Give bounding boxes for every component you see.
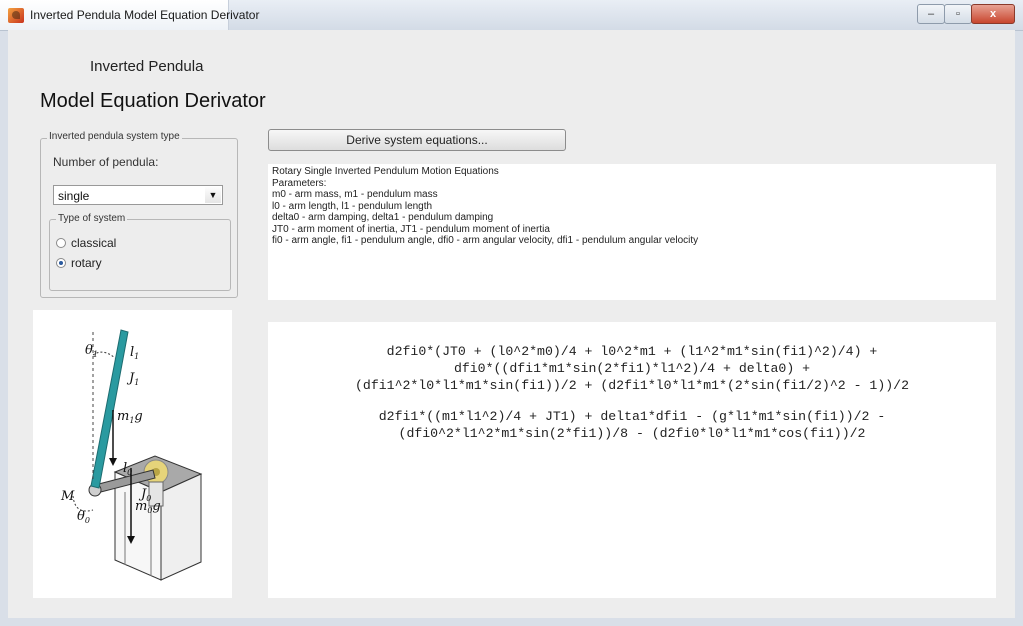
description-line: JT0 - arm moment of inertia, JT1 - pendu… [272, 223, 550, 235]
type-of-system-legend: Type of system [56, 213, 128, 224]
description-line: m0 - arm mass, m1 - pendulum mass [272, 189, 438, 200]
window-title: Inverted Pendula Model Equation Derivato… [30, 8, 260, 22]
description-line: fi0 - arm angle, fi1 - pendulum angle, d… [272, 235, 699, 246]
M-label: M [60, 489, 75, 504]
equation-line: (dfi0^2*l1^2*m1*sin(2*fi1))/8 - (d2fi0*l… [398, 426, 866, 441]
l1-label: l1 [130, 345, 139, 361]
number-of-pendula-select[interactable]: single ▼ [53, 185, 223, 205]
description-line: delta0 - arm damping, delta1 - pendulum … [272, 212, 494, 223]
matlab-app-icon [8, 8, 24, 23]
description-text: Rotary Single Inverted Pendulum Motion E… [268, 164, 996, 300]
maximize-button[interactable]: ▫ [944, 4, 972, 24]
arrow-head [109, 458, 117, 466]
radio-classical[interactable]: classical [56, 236, 116, 250]
equation-line: dfi0*((dfi1*m1*sin(2*fi1)*l1^2)/4 + delt… [453, 361, 811, 376]
description-line: Parameters: [272, 177, 327, 189]
system-type-group: Inverted pendula system type Number of p… [40, 131, 238, 298]
minimize-icon: – [927, 8, 935, 20]
pendulum-diagram-panel: θ1 l1 J1 m1g l0 J0 M θ0 m0g [33, 310, 232, 598]
J1-label: J1 [126, 371, 139, 387]
window-controls: – ▫ x [917, 4, 1015, 24]
app-window: Inverted Pendula Model Equation Derivato… [0, 0, 1023, 626]
equation-line: d2fi0*(JT0 + (l0^2*m0)/4 + l0^2*m1 + (l1… [386, 344, 878, 359]
number-of-pendula-label: Number of pendula: [53, 155, 159, 169]
l0-label: l0 [123, 461, 132, 477]
close-button[interactable]: x [971, 4, 1015, 24]
description-line: Rotary Single Inverted Pendulum Motion E… [272, 166, 499, 177]
maximize-icon: ▫ [956, 8, 960, 20]
system-type-legend: Inverted pendula system type [47, 131, 182, 142]
m1g-label: m1g [117, 409, 143, 425]
box-side [160, 473, 202, 581]
radio-classical-label: classical [71, 236, 117, 250]
equations-panel: d2fi0*(JT0 + (l0^2*m0)/4 + l0^2*m1 + (l1… [268, 322, 996, 598]
type-of-system-group: Type of system classical rotary [49, 213, 231, 291]
dropdown-arrow-icon[interactable]: ▼ [205, 187, 221, 203]
close-icon: x [989, 8, 997, 20]
radio-rotary-label: rotary [71, 256, 102, 270]
equation-line: (dfi1^2*l0*l1*m1*sin(fi1))/2 + (d2fi1*l0… [355, 378, 909, 393]
minimize-button[interactable]: – [917, 4, 945, 24]
equation-line: d2fi1*((m1*l1^2)/4 + JT1) + delta1*dfi1 … [378, 409, 886, 424]
theta1-label: θ1 [85, 343, 98, 359]
radio-rotary-dot[interactable] [56, 258, 66, 268]
page-title: Model Equation Derivator [40, 90, 266, 112]
header-subtitle: Inverted Pendula [90, 58, 204, 75]
rotary-pendulum-diagram: θ1 l1 J1 m1g l0 J0 M θ0 m0g [60, 329, 203, 581]
client-area: Inverted Pendula Model Equation Derivato… [8, 30, 1015, 618]
radio-rotary[interactable]: rotary [56, 256, 102, 270]
radio-classical-dot[interactable] [56, 238, 66, 248]
select-value: single [58, 189, 90, 203]
description-line: l0 - arm length, l1 - pendulum length [272, 200, 433, 212]
title-bar[interactable]: Inverted Pendula Model Equation Derivato… [0, 0, 1023, 31]
derive-equations-button[interactable]: Derive system equations... [268, 129, 566, 151]
